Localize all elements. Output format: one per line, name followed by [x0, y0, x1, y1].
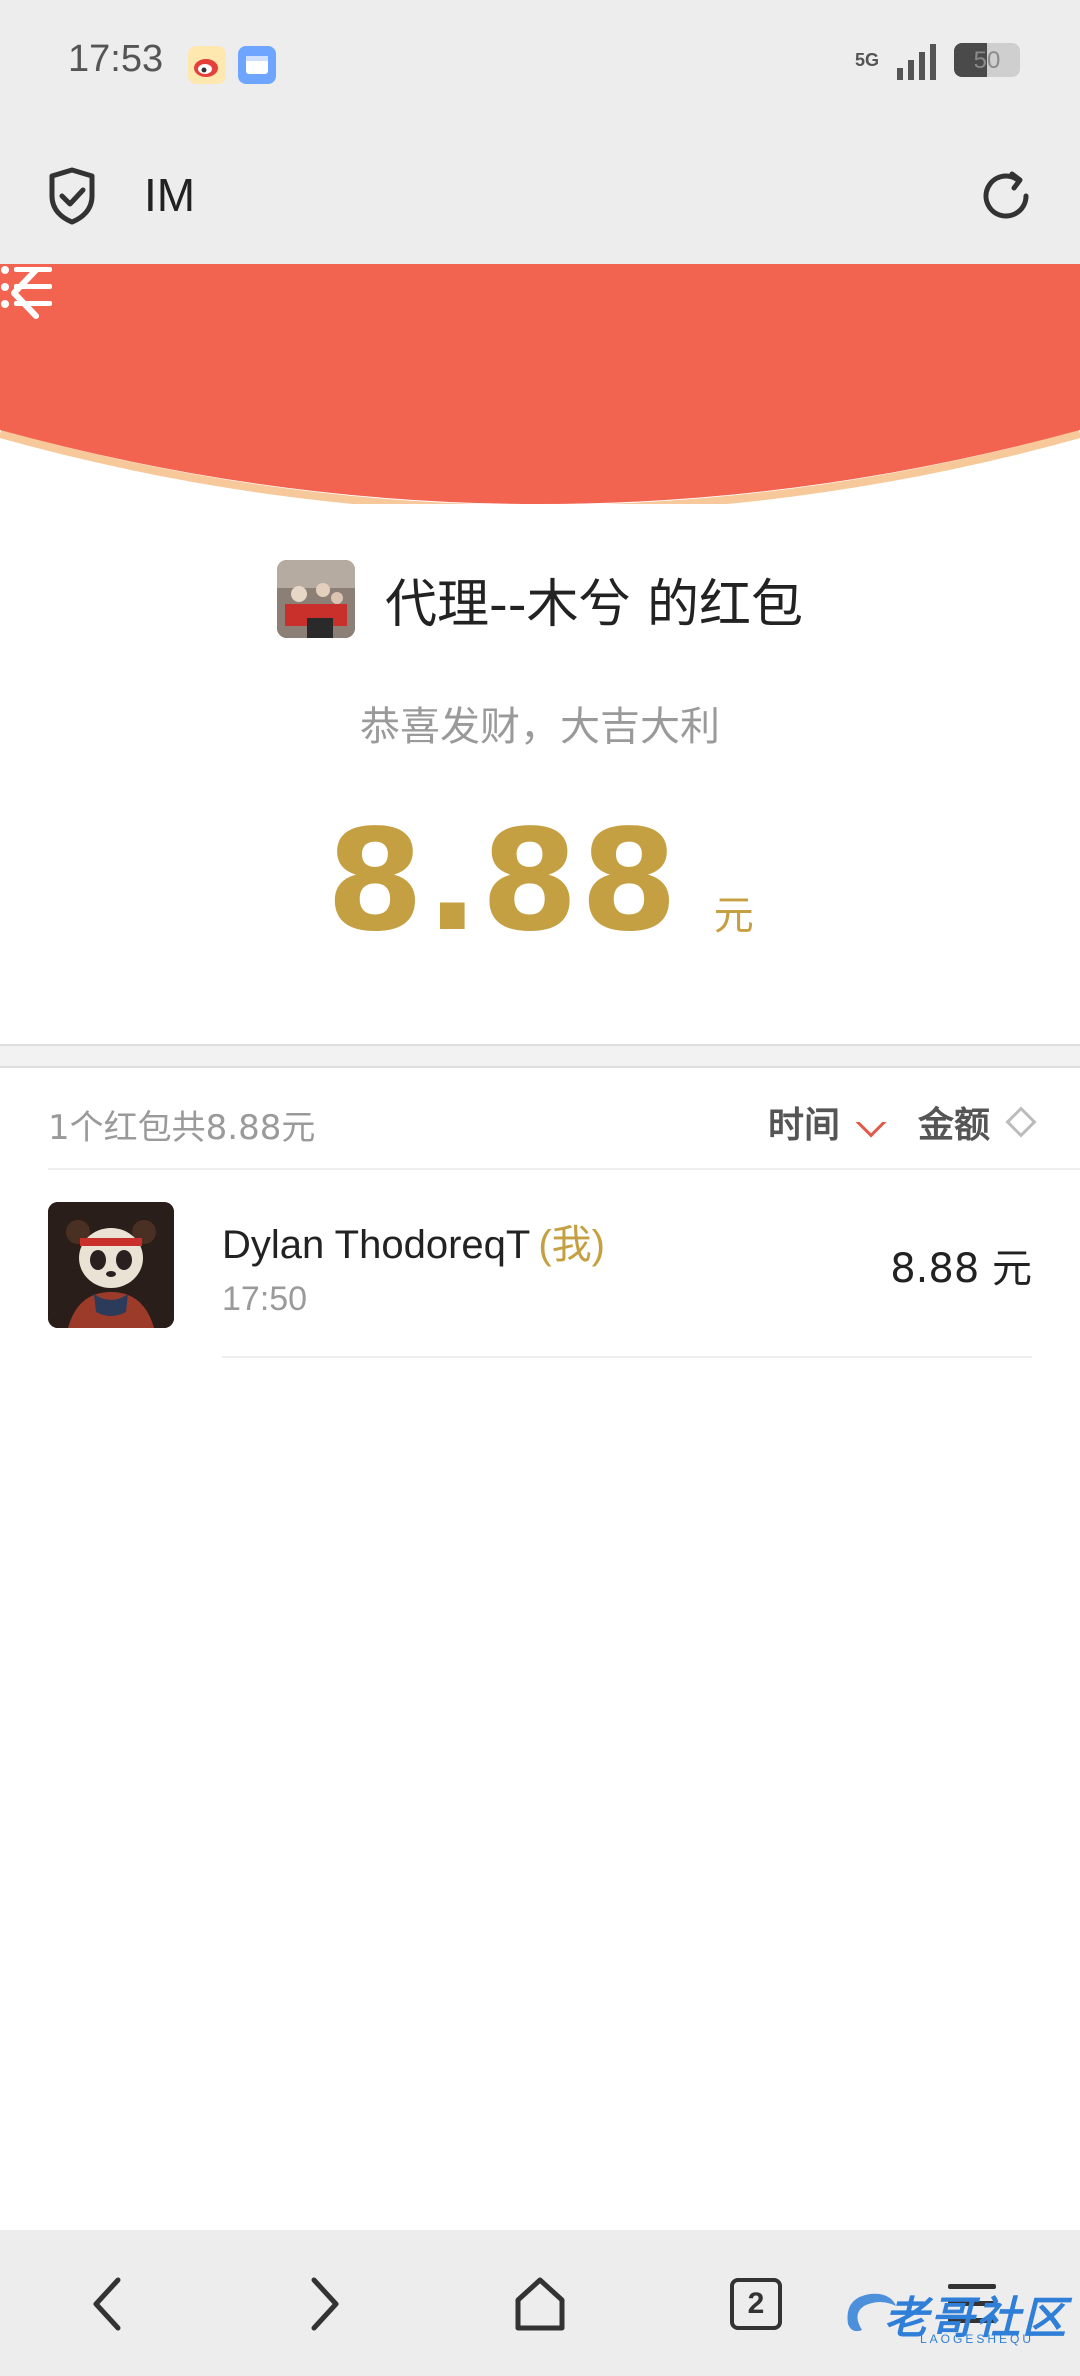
- home-icon: [515, 2277, 565, 2331]
- sender-row: 代理--木兮 的红包: [0, 560, 1080, 638]
- network-label: 5G: [854, 49, 879, 70]
- receiver-name-line: Dylan ThodoreqT (我): [222, 1212, 605, 1270]
- sort-diamond-icon: [1005, 1106, 1037, 1138]
- amount-value: 8.88: [326, 800, 680, 963]
- community-watermark: 老哥社区 LAOGESHEQU: [840, 2278, 1070, 2348]
- battery-icon: 50: [954, 43, 1020, 77]
- receive-amount: 8.88 元: [890, 1246, 1032, 1292]
- section-divider: [0, 1044, 1080, 1068]
- app-icon: [238, 46, 276, 84]
- weibo-icon: [188, 46, 226, 84]
- nav-back-icon: [93, 2277, 121, 2331]
- refresh-icon[interactable]: [978, 168, 1034, 224]
- receiver-name: Dylan ThodoreqT: [222, 1223, 531, 1267]
- browser-page-title: IM: [144, 169, 196, 221]
- menu-list-icon[interactable]: [0, 264, 52, 310]
- amount-unit: 元: [713, 893, 754, 939]
- status-right-group: 5G 50: [855, 40, 1020, 80]
- sort-amount-label: 金额: [918, 1105, 991, 1146]
- sort-by-amount-button[interactable]: 金额: [918, 1096, 1037, 1148]
- sort-time-label: 时间: [768, 1105, 841, 1146]
- status-time: 17:53: [68, 38, 164, 80]
- watermark-subtext: LAOGESHEQU: [920, 2332, 1035, 2346]
- sort-diamond-icon: [855, 1106, 887, 1138]
- nav-forward-icon: [311, 2277, 339, 2331]
- signal-icon: [897, 40, 936, 80]
- nav-home-button[interactable]: [500, 2264, 580, 2344]
- divider: [222, 1356, 1032, 1358]
- sort-by-time-button[interactable]: 时间: [768, 1096, 887, 1148]
- receive-time: 17:50: [222, 1280, 308, 1318]
- nav-back-button[interactable]: [68, 2264, 148, 2344]
- sender-avatar[interactable]: [276, 560, 355, 638]
- browser-bar: IM: [0, 130, 1080, 264]
- nav-forward-button[interactable]: [284, 2264, 364, 2344]
- list-header: 1个红包共8.88元 时间 金额: [0, 1068, 1080, 1170]
- amount-row: 8.88 元: [0, 800, 1080, 963]
- tabs-icon: 2: [730, 2278, 782, 2330]
- nav-tabs-button[interactable]: 2: [716, 2264, 796, 2344]
- me-tag: (我): [538, 1223, 605, 1267]
- list-summary: 1个红包共8.88元: [48, 1108, 316, 1148]
- list-item[interactable]: Dylan ThodoreqT (我) 17:50 8.88 元: [0, 1170, 1080, 1358]
- sender-title: 代理--木兮 的红包: [384, 574, 804, 635]
- header-curve: [0, 264, 1080, 504]
- battery-percent: 50: [973, 47, 1001, 74]
- blessing-text: 恭喜发财，大吉大利: [360, 704, 720, 750]
- status-bar: 17:53 5G 50: [0, 0, 1080, 130]
- receiver-avatar[interactable]: [48, 1202, 174, 1328]
- red-packet-header: [0, 264, 1080, 504]
- shield-check-icon[interactable]: [46, 166, 98, 226]
